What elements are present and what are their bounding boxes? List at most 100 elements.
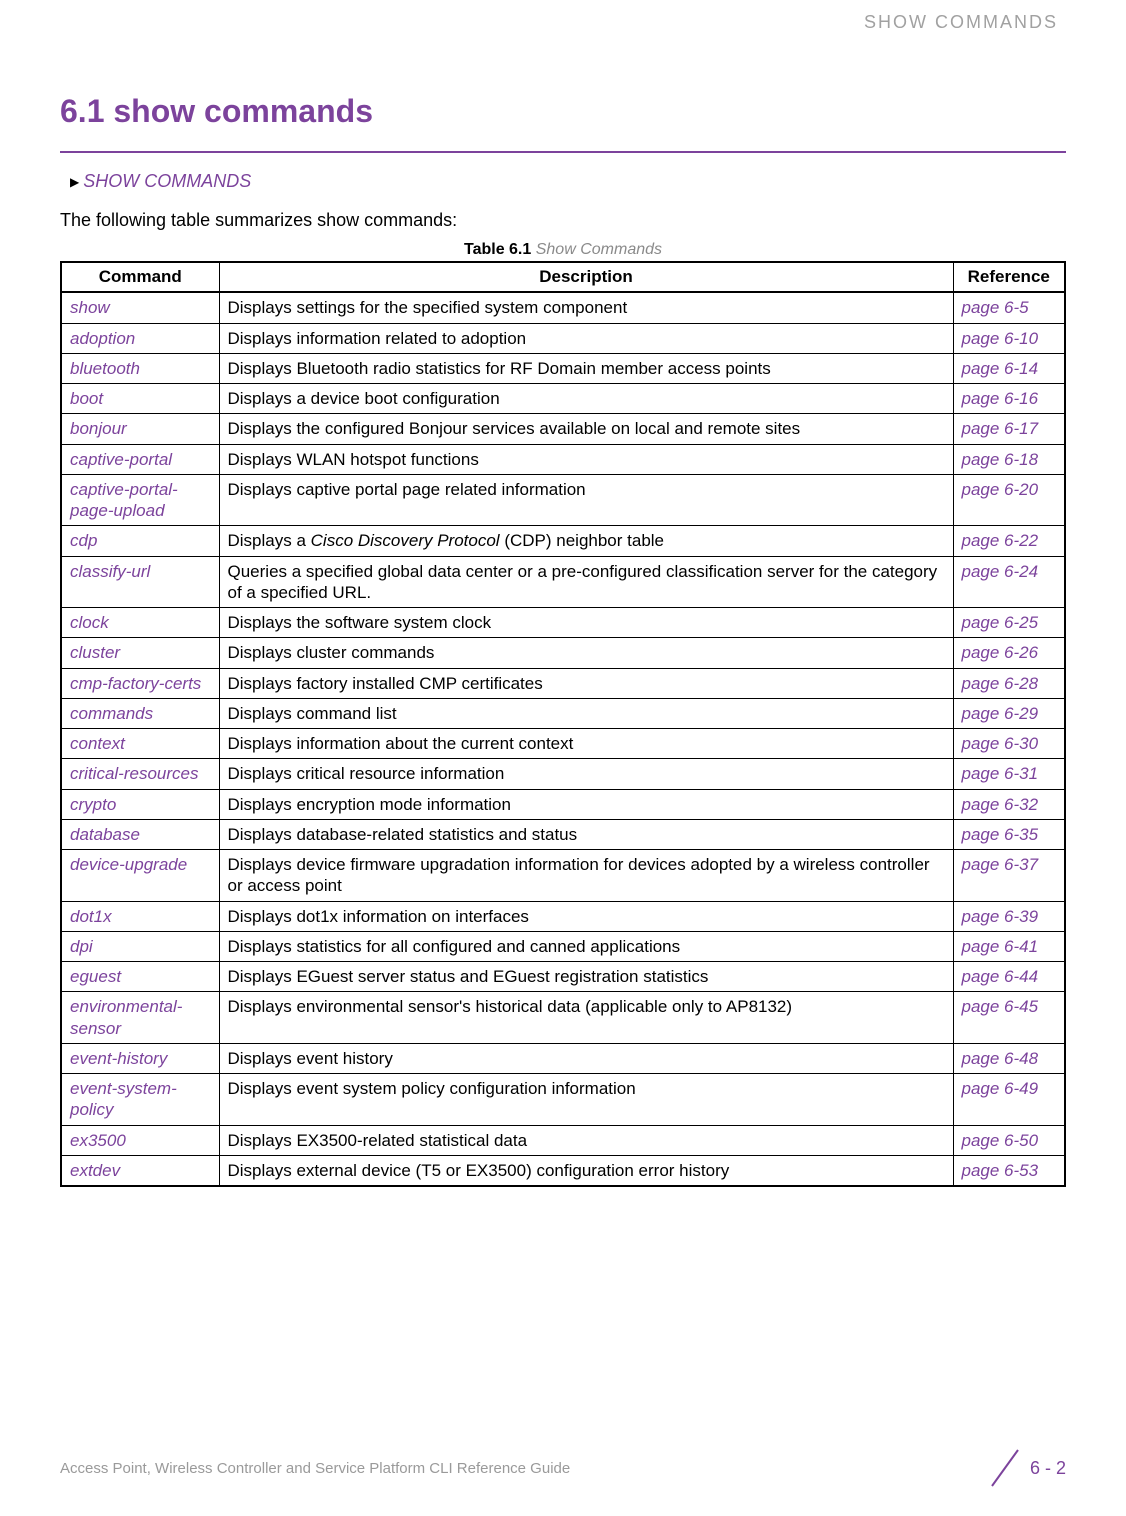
description-cell: Displays a Cisco Discovery Protocol (CDP… — [219, 526, 953, 556]
table-row: boot Displays a device boot configuration… — [61, 384, 1065, 414]
section-heading: show commands — [113, 93, 373, 129]
table-row: dot1x Displays dot1x information on inter… — [61, 901, 1065, 931]
running-head: SHOW COMMANDS — [60, 0, 1066, 33]
table-row: eguestDisplays EGuest server status and … — [61, 962, 1065, 992]
command-link[interactable]: ex3500 — [70, 1131, 126, 1150]
table-row: dpi Displays statistics for all configure… — [61, 931, 1065, 961]
table-row: captive-portal Displays WLAN hotspot func… — [61, 444, 1065, 474]
reference-link[interactable]: page 6-29 — [962, 704, 1039, 723]
command-link[interactable]: show — [70, 298, 110, 317]
reference-link[interactable]: page 6-39 — [962, 907, 1039, 926]
command-link[interactable]: critical-resources — [70, 764, 198, 783]
command-link[interactable]: database — [70, 825, 140, 844]
reference-link[interactable]: page 6-5 — [962, 298, 1029, 317]
description-cell: Displays dot1x information on interfaces — [219, 901, 953, 931]
command-link[interactable]: adoption — [70, 329, 135, 348]
reference-link[interactable]: page 6-35 — [962, 825, 1039, 844]
description-cell: Displays settings for the specified syst… — [219, 292, 953, 323]
reference-link[interactable]: page 6-44 — [962, 967, 1039, 986]
description-cell: Displays factory installed CMP certifica… — [219, 668, 953, 698]
section-title: 6.1 show commands — [60, 93, 1066, 130]
table-row: cdp Displays a Cisco Discovery Protocol (… — [61, 526, 1065, 556]
command-link[interactable]: device-upgrade — [70, 855, 187, 874]
reference-link[interactable]: page 6-48 — [962, 1049, 1039, 1068]
reference-link[interactable]: page 6-37 — [962, 855, 1039, 874]
title-rule — [60, 151, 1066, 153]
command-link[interactable]: classify-url — [70, 562, 150, 581]
command-link[interactable]: clock — [70, 613, 109, 632]
command-link[interactable]: captive-portal — [70, 450, 172, 469]
command-link[interactable]: dot1x — [70, 907, 112, 926]
command-link[interactable]: dpi — [70, 937, 93, 956]
table-row: event-system-policyDisplays event system… — [61, 1074, 1065, 1126]
reference-link[interactable]: page 6-25 — [962, 613, 1039, 632]
description-cell: Displays device firmware upgradation inf… — [219, 850, 953, 902]
command-link[interactable]: event-system-policy — [70, 1079, 177, 1119]
table-row: bluetoothDisplays Bluetooth radio statis… — [61, 353, 1065, 383]
command-link[interactable]: environmental-sensor — [70, 997, 182, 1037]
table-row: ex3500Displays EX3500-related statistica… — [61, 1125, 1065, 1155]
footer-doc-title: Access Point, Wireless Controller and Se… — [60, 1460, 570, 1477]
reference-link[interactable]: page 6-14 — [962, 359, 1039, 378]
reference-link[interactable]: page 6-53 — [962, 1161, 1039, 1180]
footer-page-box: 6 - 2 — [986, 1446, 1066, 1490]
footer-slash-icon — [986, 1446, 1024, 1490]
page-footer: Access Point, Wireless Controller and Se… — [60, 1446, 1066, 1490]
table-row: commandsDisplays command listpage 6-29 — [61, 698, 1065, 728]
footer-page-number: 6 - 2 — [1024, 1458, 1066, 1479]
description-cell: Displays a device boot configuration — [219, 384, 953, 414]
description-cell: Displays captive portal page related inf… — [219, 474, 953, 526]
command-link[interactable]: boot — [70, 389, 103, 408]
command-link[interactable]: extdev — [70, 1161, 120, 1180]
breadcrumb-arrow-icon: ▶ — [70, 175, 79, 189]
reference-link[interactable]: page 6-45 — [962, 997, 1039, 1016]
command-link[interactable]: cmp-factory-certs — [70, 674, 201, 693]
command-link[interactable]: captive-portal-page-upload — [70, 480, 178, 520]
table-caption-label: Table 6.1 — [464, 241, 531, 258]
command-link[interactable]: crypto — [70, 795, 116, 814]
description-cell: Displays the software system clock — [219, 608, 953, 638]
reference-link[interactable]: page 6-30 — [962, 734, 1039, 753]
reference-link[interactable]: page 6-32 — [962, 795, 1039, 814]
table-row: clusterDisplays cluster commandspage 6-2… — [61, 638, 1065, 668]
reference-link[interactable]: page 6-24 — [962, 562, 1039, 581]
reference-link[interactable]: page 6-10 — [962, 329, 1039, 348]
header-reference: Reference — [953, 262, 1065, 292]
reference-link[interactable]: page 6-16 — [962, 389, 1039, 408]
table-header-row: Command Description Reference — [61, 262, 1065, 292]
description-cell: Displays the configured Bonjour services… — [219, 414, 953, 444]
command-link[interactable]: bluetooth — [70, 359, 140, 378]
command-link[interactable]: bonjour — [70, 419, 127, 438]
reference-link[interactable]: page 6-17 — [962, 419, 1039, 438]
header-command: Command — [61, 262, 219, 292]
header-description: Description — [219, 262, 953, 292]
description-cell: Queries a specified global data center o… — [219, 556, 953, 608]
reference-link[interactable]: page 6-26 — [962, 643, 1039, 662]
command-link[interactable]: context — [70, 734, 125, 753]
description-cell: Displays database-related statistics and… — [219, 819, 953, 849]
reference-link[interactable]: page 6-18 — [962, 450, 1039, 469]
description-cell: Displays statistics for all configured a… — [219, 931, 953, 961]
breadcrumb[interactable]: ▶ SHOW COMMANDS — [70, 171, 1066, 192]
reference-link[interactable]: page 6-20 — [962, 480, 1039, 499]
reference-link[interactable]: page 6-41 — [962, 937, 1039, 956]
command-link[interactable]: eguest — [70, 967, 121, 986]
command-link[interactable]: commands — [70, 704, 153, 723]
table-row: event-historyDisplays event historypage … — [61, 1043, 1065, 1073]
description-cell: Displays WLAN hotspot functions — [219, 444, 953, 474]
table-row: cryptoDisplays encryption mode informati… — [61, 789, 1065, 819]
reference-link[interactable]: page 6-28 — [962, 674, 1039, 693]
command-link[interactable]: event-history — [70, 1049, 167, 1068]
reference-link[interactable]: page 6-31 — [962, 764, 1039, 783]
commands-table: Command Description Reference show Displa… — [60, 261, 1066, 1187]
command-link[interactable]: cdp — [70, 531, 97, 550]
table-row: adoptionDisplays information related to … — [61, 323, 1065, 353]
reference-link[interactable]: page 6-50 — [962, 1131, 1039, 1150]
table-row: extdev Displays external device (T5 or EX… — [61, 1155, 1065, 1186]
reference-link[interactable]: page 6-22 — [962, 531, 1039, 550]
reference-link[interactable]: page 6-49 — [962, 1079, 1039, 1098]
description-cell: Displays external device (T5 or EX3500) … — [219, 1155, 953, 1186]
command-link[interactable]: cluster — [70, 643, 120, 662]
description-cell: Displays information about the current c… — [219, 729, 953, 759]
breadcrumb-label: SHOW COMMANDS — [83, 171, 251, 192]
